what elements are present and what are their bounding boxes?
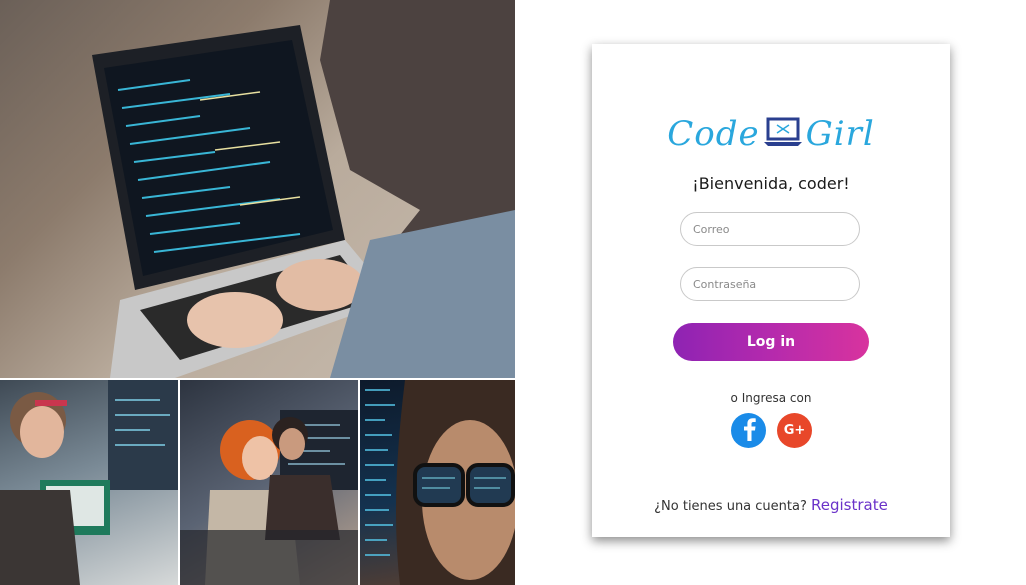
collage-divider	[358, 380, 360, 585]
collage-divider	[0, 378, 515, 380]
password-field[interactable]	[680, 267, 860, 301]
google-plus-icon: G+	[783, 423, 806, 438]
codegirl-logo: Code Girl	[592, 114, 950, 154]
collage-divider	[178, 380, 180, 585]
women-coding-together-photo	[180, 380, 358, 585]
facebook-icon	[740, 417, 758, 445]
woman-glasses-code-reflection-photo	[360, 380, 515, 585]
woman-typing-laptop-photo	[0, 0, 515, 378]
social-login-prompt: o Ingresa con	[730, 391, 812, 405]
logo-word-girl: Girl	[805, 114, 875, 154]
login-button[interactable]: Log in	[673, 323, 869, 361]
register-link[interactable]: Registrate	[811, 496, 888, 514]
laptop-icon	[763, 116, 803, 152]
register-prompt: ¿No tienes una cuenta?	[654, 499, 807, 514]
welcome-heading: ¡Bienvenida, coder!	[692, 174, 850, 193]
facebook-login-button[interactable]	[731, 413, 766, 448]
photo-collage	[0, 0, 515, 585]
logo-word-code: Code	[667, 114, 760, 154]
woman-at-monitor-photo	[0, 380, 178, 585]
login-card: Code Girl ¡Bienvenida, coder! Log in o In…	[592, 44, 950, 537]
google-login-button[interactable]: G+	[777, 413, 812, 448]
email-field[interactable]	[680, 212, 860, 246]
register-row: ¿No tienes una cuenta? Registrate	[592, 496, 950, 514]
